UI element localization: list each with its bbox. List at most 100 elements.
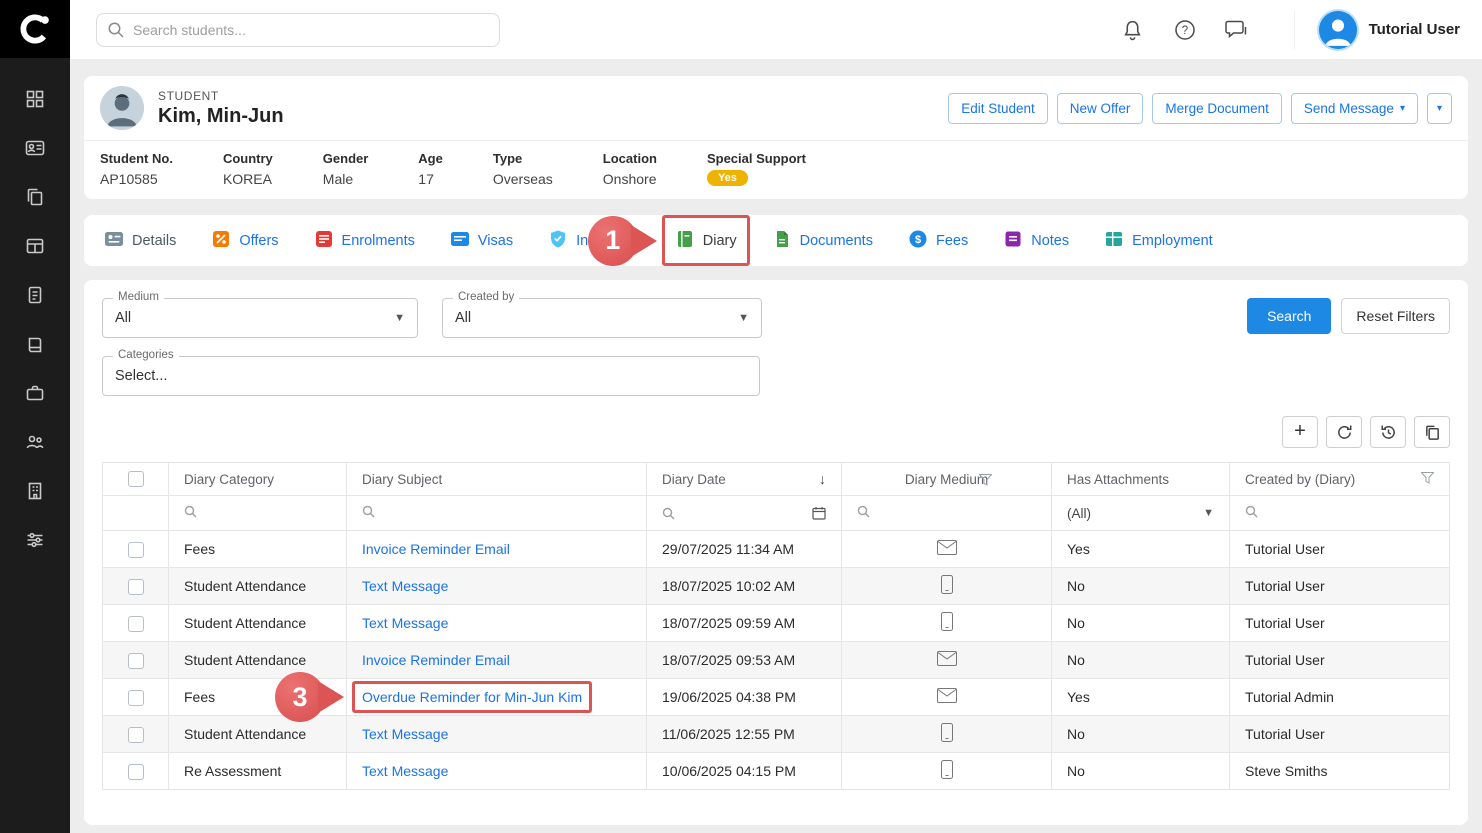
organisation-icon[interactable]	[17, 480, 53, 502]
tab-offers[interactable]: Offers	[211, 229, 278, 252]
row-checkbox[interactable]	[128, 579, 144, 595]
tab-visas[interactable]: Visas	[450, 229, 513, 252]
diary-subject-link[interactable]: Text Message	[362, 726, 448, 742]
row-checkbox[interactable]	[128, 690, 144, 706]
documents-icon[interactable]	[17, 186, 53, 208]
diary-category-cell: Student Attendance	[169, 605, 347, 642]
info-special-support: Special SupportYes	[707, 151, 806, 187]
has-attachments-cell: No	[1052, 605, 1230, 642]
refresh-button[interactable]	[1326, 416, 1362, 448]
tab-insurance[interactable]: Insurance	[548, 229, 640, 252]
tab-documents[interactable]: Documents	[772, 229, 873, 252]
new-offer-button[interactable]: New Offer	[1057, 93, 1144, 124]
category-filter-input[interactable]	[169, 496, 347, 531]
courses-icon[interactable]	[17, 333, 53, 355]
settings-icon[interactable]	[17, 529, 53, 551]
has-attachments-cell: Yes	[1052, 531, 1230, 568]
merge-document-button[interactable]: Merge Document	[1152, 93, 1282, 124]
diary-subject-link[interactable]: Invoice Reminder Email	[362, 652, 510, 668]
search-icon	[662, 507, 675, 520]
documents-tab-icon	[772, 229, 792, 252]
row-checkbox[interactable]	[128, 542, 144, 558]
history-button[interactable]	[1370, 416, 1406, 448]
tab-details[interactable]: Details	[104, 229, 176, 252]
svg-text:$: $	[915, 234, 921, 246]
chat-icon[interactable]	[1224, 17, 1250, 43]
edit-student-button[interactable]: Edit Student	[948, 93, 1048, 124]
send-message-button[interactable]: Send Message▾	[1291, 93, 1418, 124]
more-actions-button[interactable]: ▾	[1427, 93, 1452, 124]
tab-fees[interactable]: $ Fees	[908, 229, 968, 252]
chevron-down-icon: ▼	[394, 312, 405, 324]
grid-filter-row: (All)▼	[103, 496, 1450, 531]
diary-category-cell: Fees	[169, 531, 347, 568]
info-type: TypeOverseas	[493, 151, 553, 187]
user-menu[interactable]: Tutorial User	[1294, 11, 1460, 49]
row-checkbox[interactable]	[128, 653, 144, 669]
email-icon	[937, 651, 957, 666]
calendar-icon[interactable]	[812, 506, 826, 520]
student-section-label: STUDENT	[158, 89, 284, 103]
sidebar	[0, 0, 70, 833]
created-by-select[interactable]: Created by All ▼	[442, 298, 762, 338]
col-diary-medium[interactable]: Diary Medium	[842, 463, 1052, 496]
app-logo[interactable]	[0, 0, 70, 58]
details-tab-icon	[104, 229, 124, 252]
export-button[interactable]	[1414, 416, 1450, 448]
row-checkbox[interactable]	[128, 616, 144, 632]
plus-icon: +	[1294, 421, 1306, 441]
subject-filter-input[interactable]	[347, 496, 647, 531]
created-by-cell: Tutorial User	[1230, 642, 1450, 679]
col-diary-subject[interactable]: Diary Subject	[347, 463, 647, 496]
created-by-cell: Tutorial Admin	[1230, 679, 1450, 716]
col-created-by[interactable]: Created by (Diary)	[1230, 463, 1450, 496]
notifications-icon[interactable]	[1120, 17, 1146, 43]
categories-select[interactable]: Categories Select...	[102, 356, 760, 396]
select-all-checkbox[interactable]	[128, 471, 144, 487]
date-filter-input[interactable]	[647, 496, 842, 531]
chevron-down-icon: ▾	[1437, 103, 1442, 114]
services-icon[interactable]	[17, 382, 53, 404]
medium-select[interactable]: Medium All ▼	[102, 298, 418, 338]
row-checkbox[interactable]	[128, 764, 144, 780]
medium-filter-input[interactable]	[842, 496, 1052, 531]
grid-header-row: Diary Category Diary Subject Diary Date↓…	[103, 463, 1450, 496]
enrolments-tab-icon	[314, 229, 334, 252]
diary-subject-link[interactable]: Text Message	[362, 615, 448, 631]
diary-category-cell: Student Attendance	[169, 568, 347, 605]
reports-icon[interactable]	[17, 235, 53, 257]
tab-enrolments[interactable]: Enrolments	[314, 229, 415, 252]
dashboard-icon[interactable]	[17, 88, 53, 110]
search-input[interactable]	[96, 13, 500, 47]
has-attachments-cell: No	[1052, 568, 1230, 605]
tab-diary[interactable]: Diary 1	[675, 229, 737, 252]
diary-subject-link[interactable]: Overdue Reminder for Min-Jun Kim	[362, 689, 582, 705]
invoices-icon[interactable]	[17, 284, 53, 306]
attachments-filter-select[interactable]: (All)▼	[1052, 496, 1230, 531]
student-header-card: STUDENT Kim, Min-Jun Edit Student New Of…	[84, 76, 1468, 199]
diary-panel: Medium All ▼ Created by All ▼ Search Res…	[84, 280, 1468, 825]
row-checkbox[interactable]	[128, 727, 144, 743]
students-icon[interactable]	[17, 137, 53, 159]
col-diary-date[interactable]: Diary Date↓	[647, 463, 842, 496]
reset-filters-button[interactable]: Reset Filters	[1341, 298, 1450, 334]
diary-subject-link[interactable]: Text Message	[362, 763, 448, 779]
insurance-tab-icon	[548, 229, 568, 252]
diary-category-cell: Fees	[169, 679, 347, 716]
diary-subject-link[interactable]: Text Message	[362, 578, 448, 594]
special-support-badge: Yes	[707, 170, 748, 186]
search-button[interactable]: Search	[1247, 298, 1331, 334]
createdby-filter-input[interactable]	[1230, 496, 1450, 531]
diary-table: Diary Category Diary Subject Diary Date↓…	[102, 462, 1450, 790]
col-has-attachments[interactable]: Has Attachments	[1052, 463, 1230, 496]
tab-employment[interactable]: Employment	[1104, 229, 1213, 252]
help-icon[interactable]: ?	[1172, 17, 1198, 43]
add-diary-button[interactable]: +	[1282, 416, 1318, 448]
filter-funnel-icon[interactable]	[1421, 472, 1434, 487]
refresh-icon	[1336, 424, 1353, 441]
agents-icon[interactable]	[17, 431, 53, 453]
col-diary-category[interactable]: Diary Category	[169, 463, 347, 496]
tab-notes[interactable]: Notes	[1003, 229, 1069, 252]
filter-funnel-icon[interactable]	[979, 474, 992, 489]
diary-subject-link[interactable]: Invoice Reminder Email	[362, 541, 510, 557]
